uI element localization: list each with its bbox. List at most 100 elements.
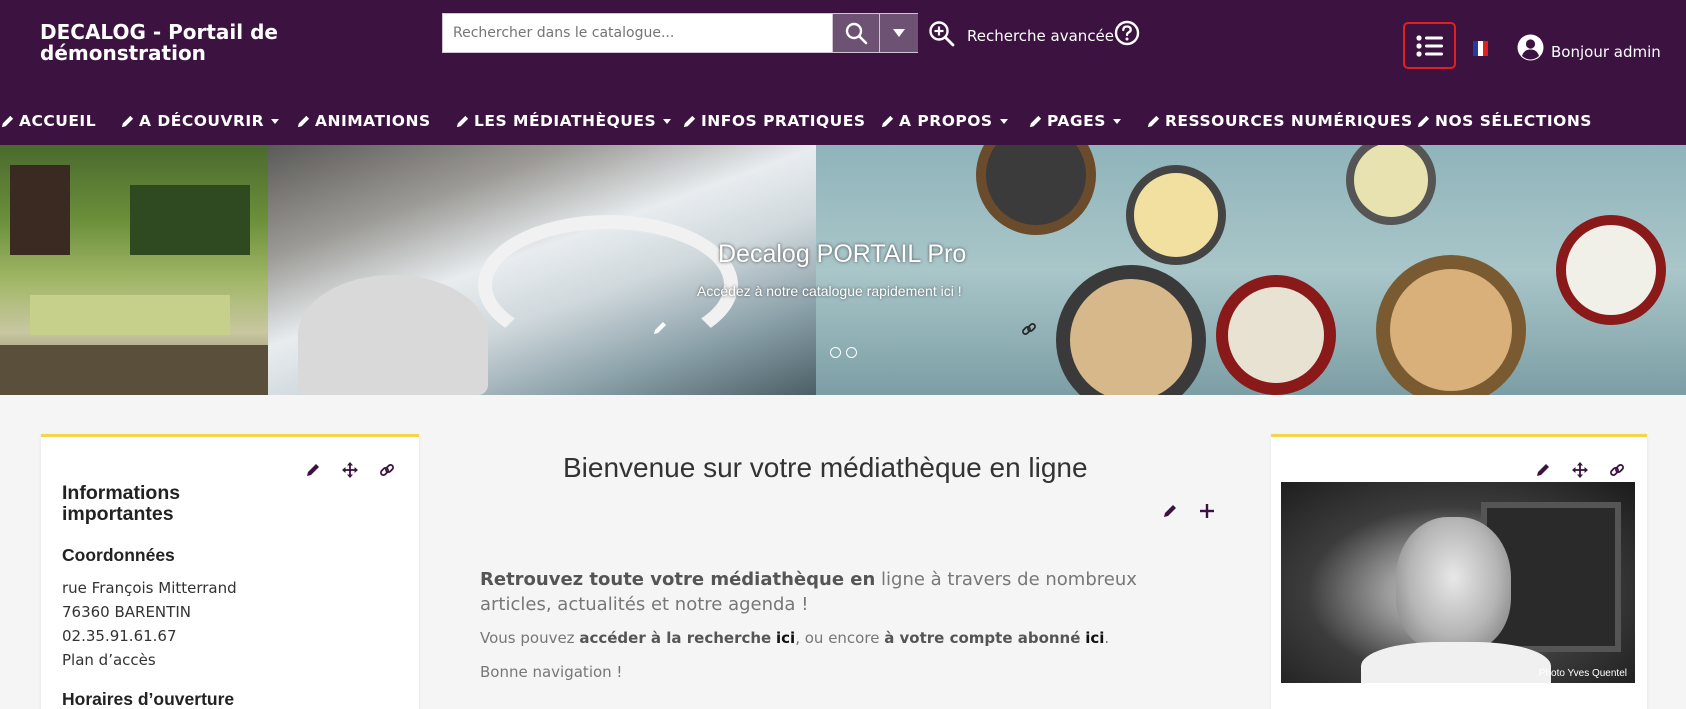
add-button[interactable] — [1198, 502, 1215, 519]
text-fragment: Vous pouvez — [480, 629, 580, 647]
pencil-icon — [1536, 463, 1549, 476]
main-navigation: ACCUEIL A DÉCOUVRIR ANIMATIONS LES MÉDIA… — [0, 96, 1686, 145]
access-paragraph: Vous pouvez accéder à la recherche ici, … — [480, 629, 1109, 647]
closing-paragraph: Bonne navigation ! — [480, 663, 623, 681]
move-button[interactable] — [1571, 461, 1588, 478]
search-input[interactable] — [443, 14, 832, 52]
widget-tools — [1534, 461, 1625, 478]
photo-credit: Photo Yves Quentel — [1538, 668, 1627, 679]
nav-item-animations[interactable]: ANIMATIONS — [296, 112, 431, 130]
user-greeting[interactable]: Bonjour admin — [1551, 43, 1661, 61]
nav-item-infos-pratiques[interactable]: INFOS PRATIQUES — [682, 112, 866, 130]
nav-item-label: INFOS PRATIQUES — [701, 112, 866, 130]
edit-button[interactable] — [1161, 502, 1178, 519]
pencil-icon — [1029, 115, 1042, 127]
pencil-icon — [1417, 115, 1430, 127]
phone-number: 02.35.91.61.67 — [62, 627, 177, 645]
hours-heading: Horaires d’ouverture — [62, 689, 235, 709]
nav-item-nos-selections[interactable]: NOS SÉLECTIONS — [1416, 112, 1592, 130]
move-button[interactable] — [341, 461, 358, 478]
zoom-in-icon[interactable] — [928, 20, 956, 48]
pencil-icon[interactable] — [652, 320, 668, 336]
caret-down-icon — [271, 118, 280, 124]
help-icon[interactable] — [1114, 20, 1140, 46]
hero-carousel[interactable]: Decalog PORTAIL Pro Accédez à notre cata… — [0, 145, 1686, 395]
menu-toggle-button[interactable] — [1403, 22, 1456, 69]
plus-icon — [1199, 503, 1214, 518]
text-fragment: à votre compte abonné — [884, 629, 1081, 647]
caret-down-icon — [999, 118, 1008, 124]
nav-item-a-propos[interactable]: A PROPOS — [880, 112, 1008, 130]
nav-item-ressources-numeriques[interactable]: RESSOURCES NUMÉRIQUES — [1146, 112, 1413, 130]
search-options-dropdown[interactable] — [879, 14, 918, 52]
pencil-icon — [1147, 115, 1160, 127]
pencil-icon — [456, 115, 469, 127]
search-button[interactable] — [832, 14, 879, 52]
info-card-title: Informations importantes — [62, 482, 181, 525]
article-tools — [1161, 502, 1215, 519]
link-icon — [379, 463, 394, 476]
nav-item-accueil[interactable]: ACCUEIL — [0, 112, 96, 130]
carousel-indicators — [830, 347, 857, 358]
banner-photo-reading-room — [0, 145, 268, 395]
edit-button[interactable] — [304, 461, 321, 478]
banner-photo-reading-nooks — [816, 145, 1686, 395]
move-arrows-icon — [341, 461, 358, 478]
link-button[interactable] — [378, 461, 395, 478]
nav-item-label: LES MÉDIATHÈQUES — [474, 112, 657, 130]
top-header: DECALOG - Portail de démonstration Reche… — [0, 0, 1686, 96]
pencil-icon — [1, 115, 14, 127]
edit-button[interactable] — [1534, 461, 1551, 478]
pencil-icon — [297, 115, 310, 127]
text-fragment: , ou encore — [795, 629, 885, 647]
link-icon — [1609, 463, 1624, 476]
search-bar — [442, 13, 918, 53]
search-here-link[interactable]: ici — [776, 629, 795, 647]
intro-bold: Retrouvez toute votre médiathèque en — [480, 569, 876, 590]
nav-item-label: A PROPOS — [899, 112, 993, 130]
address-street: rue François Mitterrand — [62, 579, 237, 597]
photo-card: Photo Yves Quentel — [1271, 434, 1647, 709]
banner-title[interactable]: Decalog PORTAIL Pro — [718, 240, 966, 269]
caret-down-icon — [1112, 118, 1121, 124]
address-city: 76360 BARENTIN — [62, 603, 191, 621]
text-fragment: . — [1104, 629, 1110, 647]
banner-subtitle[interactable]: Accédez à notre catalogue rapidement ici… — [697, 283, 962, 299]
link-icon[interactable] — [1021, 321, 1037, 337]
nav-item-label: ACCUEIL — [19, 112, 97, 130]
nav-item-pages[interactable]: PAGES — [1028, 112, 1121, 130]
caret-down-icon — [663, 118, 672, 124]
nav-item-label: RESSOURCES NUMÉRIQUES — [1165, 112, 1413, 130]
list-icon — [1415, 34, 1443, 57]
carousel-dot[interactable] — [830, 347, 841, 358]
page-title: Bienvenue sur votre médiathèque en ligne — [563, 452, 1088, 483]
link-button[interactable] — [1608, 461, 1625, 478]
advanced-search-link[interactable]: Recherche avancée — [967, 27, 1114, 45]
user-avatar-icon[interactable] — [1517, 34, 1544, 61]
nav-item-a-decouvrir[interactable]: A DÉCOUVRIR — [120, 112, 280, 130]
site-title[interactable]: DECALOG - Portail de démonstration — [40, 22, 300, 64]
pencil-icon — [683, 115, 696, 127]
nav-item-label: PAGES — [1047, 112, 1106, 130]
nav-item-label: ANIMATIONS — [315, 112, 431, 130]
text-fragment: accéder à la recherche — [579, 629, 772, 647]
account-here-link[interactable]: ici — [1085, 629, 1104, 647]
carousel-dot[interactable] — [846, 347, 857, 358]
pencil-icon — [306, 463, 319, 476]
caret-down-icon — [893, 29, 905, 37]
pencil-icon — [1163, 504, 1176, 517]
nav-item-label: A DÉCOUVRIR — [139, 112, 265, 130]
pencil-icon — [881, 115, 894, 127]
pencil-icon — [121, 115, 134, 127]
portrait-photo[interactable]: Photo Yves Quentel — [1281, 482, 1635, 683]
nav-item-label: NOS SÉLECTIONS — [1435, 112, 1592, 130]
french-flag-icon[interactable] — [1473, 41, 1488, 56]
map-link[interactable]: Plan d’accès — [62, 651, 156, 669]
move-arrows-icon — [1571, 461, 1588, 478]
intro-paragraph: Retrouvez toute votre médiathèque en lig… — [480, 567, 1170, 617]
search-icon — [845, 22, 868, 45]
nav-item-les-mediatheques[interactable]: LES MÉDIATHÈQUES — [455, 112, 672, 130]
contact-heading: Coordonnées — [62, 545, 175, 565]
info-card: Informations importantes Coordonnées rue… — [41, 434, 419, 709]
widget-tools — [304, 461, 395, 478]
